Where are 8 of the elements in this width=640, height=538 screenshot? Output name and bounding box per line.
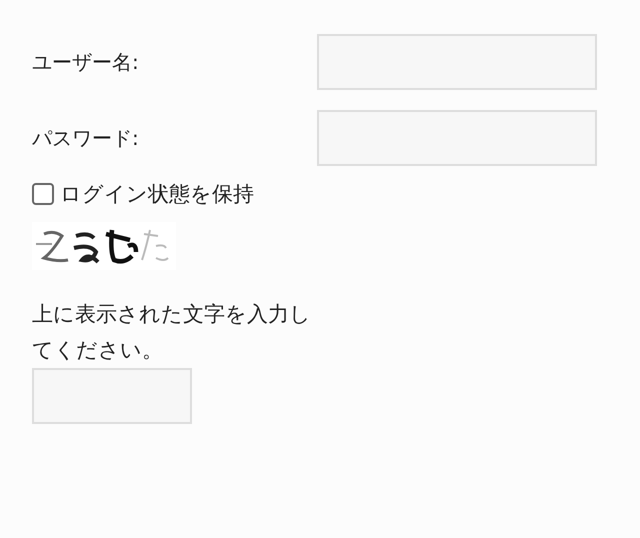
checkbox-label: ログイン状態を保持 bbox=[60, 181, 254, 208]
input-field[interactable] bbox=[317, 110, 597, 166]
captcha-input-field[interactable] bbox=[32, 368, 192, 424]
field-label: パスワード: bbox=[32, 124, 140, 152]
input-field[interactable] bbox=[317, 34, 597, 90]
field-label: ユーザー名: bbox=[32, 48, 140, 76]
captcha-instructions: 上に表示された文字を入力してください。 bbox=[32, 301, 312, 364]
checkbox[interactable] bbox=[32, 183, 54, 205]
